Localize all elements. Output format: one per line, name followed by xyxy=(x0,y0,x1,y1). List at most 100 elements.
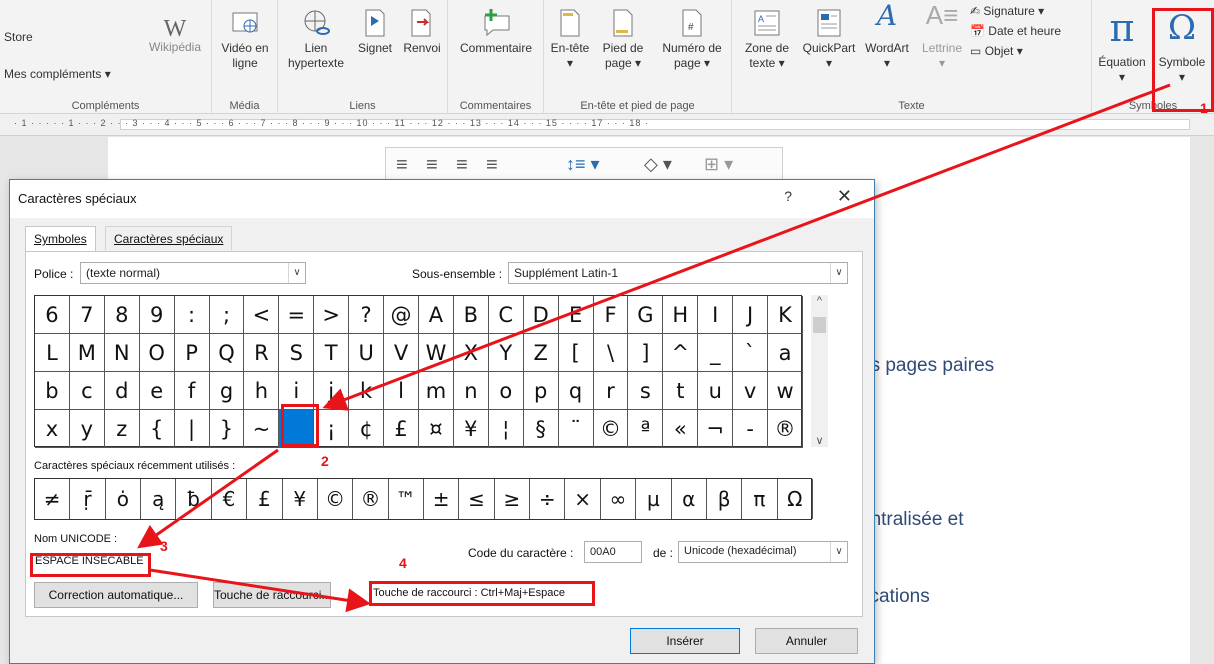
symbol-cell[interactable]: c xyxy=(69,372,105,410)
symbol-cell[interactable]: v xyxy=(733,372,769,410)
symbol-cell[interactable]: a xyxy=(768,334,803,372)
date-time-button[interactable]: 📅 Date et heure xyxy=(970,24,1061,38)
align-center-icon[interactable]: ≡ xyxy=(426,154,438,177)
symbol-cell[interactable]: H xyxy=(663,296,699,334)
symbol-cell[interactable]: S xyxy=(279,334,315,372)
symbol-cell[interactable]: R xyxy=(244,334,280,372)
horizontal-ruler[interactable]: · 1 · · · · · 1 · · · 2 · · · 3 · · · 4 … xyxy=(0,114,1214,136)
symbol-cell[interactable]: A xyxy=(419,296,454,334)
symbol-cell[interactable]: U xyxy=(349,334,385,372)
symbol-cell[interactable]: Q xyxy=(209,334,245,372)
symbol-cell[interactable]: [ xyxy=(558,334,594,372)
symbol-cell[interactable]: u xyxy=(698,372,734,410)
cancel-button[interactable]: Annuler xyxy=(755,628,858,654)
scroll-down-icon[interactable]: ∨ xyxy=(811,434,828,447)
symbol-cell[interactable]: ¬ xyxy=(698,410,734,448)
symbol-cell[interactable]: @ xyxy=(384,296,419,334)
comment-button[interactable]: Commentaire xyxy=(452,8,540,56)
symbol-cell[interactable]: { xyxy=(139,410,175,448)
symbol-cell[interactable]: B xyxy=(453,296,489,334)
symbol-cell[interactable]: l xyxy=(384,372,419,410)
symbol-cell[interactable]: = xyxy=(279,296,315,334)
online-video-button[interactable]: Vidéo en ligne xyxy=(216,8,274,71)
symbol-cell[interactable]: W xyxy=(419,334,454,372)
close-icon[interactable]: ✕ xyxy=(837,186,852,207)
symbol-cell[interactable]: t xyxy=(663,372,699,410)
scroll-up-icon[interactable]: ^ xyxy=(811,295,828,307)
symbol-cell[interactable]: } xyxy=(209,410,245,448)
symbol-cell[interactable]: r xyxy=(593,372,629,410)
symbol-cell[interactable]: m xyxy=(419,372,454,410)
symbol-cell[interactable]: | xyxy=(174,410,210,448)
symbol-cell[interactable]: ¢ xyxy=(349,410,385,448)
symbol-cell[interactable]: \ xyxy=(593,334,629,372)
help-button[interactable]: ? xyxy=(784,188,792,204)
equation-button[interactable]: π Équation ▾ xyxy=(1094,4,1150,85)
symbol-cell[interactable]: X xyxy=(453,334,489,372)
page-number-button[interactable]: # Numéro de page ▾ xyxy=(656,8,728,71)
symbol-cell[interactable]: D xyxy=(523,296,559,334)
quickpart-button[interactable]: QuickPart ▾ xyxy=(798,8,860,71)
symbol-cell[interactable]: O xyxy=(139,334,175,372)
align-right-icon[interactable]: ≡ xyxy=(456,154,468,177)
recent-symbol-cell[interactable]: £ xyxy=(247,479,283,519)
symbol-cell[interactable]: N xyxy=(104,334,140,372)
symbol-cell[interactable]: F xyxy=(593,296,629,334)
symbol-cell[interactable]: ; xyxy=(209,296,245,334)
symbol-cell[interactable]: K xyxy=(768,296,803,334)
recent-symbol-cell[interactable]: α xyxy=(672,479,707,519)
textbox-button[interactable]: A Zone de texte ▾ xyxy=(736,8,798,71)
symbol-cell[interactable]: G xyxy=(628,296,664,334)
shading-icon[interactable]: ◇ ▾ xyxy=(644,154,672,175)
symbol-cell[interactable]: § xyxy=(523,410,559,448)
symbol-cell[interactable]: d xyxy=(104,372,140,410)
symbol-cell[interactable]: 7 xyxy=(69,296,105,334)
symbol-cell[interactable]: ¥ xyxy=(453,410,489,448)
recent-symbol-cell[interactable]: ≥ xyxy=(495,479,531,519)
symbol-cell[interactable]: V xyxy=(384,334,419,372)
justify-icon[interactable]: ≡ xyxy=(486,154,498,177)
recent-symbol-cell[interactable]: ± xyxy=(424,479,460,519)
my-addins-button[interactable]: Mes compléments ▾ xyxy=(4,67,111,81)
symbol-cell[interactable]: ¡ xyxy=(314,410,350,448)
recent-symbol-cell[interactable]: ≤ xyxy=(459,479,495,519)
line-spacing-icon[interactable]: ↕≡ ▾ xyxy=(566,154,600,175)
symbol-cell[interactable]: h xyxy=(244,372,280,410)
recent-symbol-cell[interactable]: © xyxy=(318,479,354,519)
scroll-thumb[interactable] xyxy=(813,317,826,333)
symbol-cell[interactable]: n xyxy=(453,372,489,410)
symbol-cell[interactable]: £ xyxy=(384,410,419,448)
symbol-cell[interactable]: w xyxy=(768,372,803,410)
align-left-icon[interactable]: ≡ xyxy=(396,154,408,177)
symbol-cell[interactable]: E xyxy=(558,296,594,334)
symbol-cell[interactable]: - xyxy=(733,410,769,448)
recent-symbol-cell[interactable]: ƀ xyxy=(176,479,212,519)
recent-symbol-cell[interactable]: ¥ xyxy=(283,479,318,519)
recent-symbol-cell[interactable]: ≠ xyxy=(35,479,71,519)
insert-button[interactable]: Insérer xyxy=(630,628,740,654)
symbol-cell[interactable]: 9 xyxy=(139,296,175,334)
subset-select[interactable]: Supplément Latin-1 ∨ xyxy=(508,262,848,284)
object-button[interactable]: ▭ Objet ▾ xyxy=(970,44,1023,58)
dropcap-button[interactable]: A≡ Lettrine ▾ xyxy=(916,2,968,71)
symbol-cell[interactable]: x xyxy=(35,410,70,448)
symbol-cell[interactable]: _ xyxy=(698,334,734,372)
symbol-cell[interactable]: f xyxy=(174,372,210,410)
symbol-cell[interactable]: 6 xyxy=(35,296,70,334)
hyperlink-button[interactable]: Lien hypertexte xyxy=(280,8,352,71)
symbol-cell[interactable]: ¤ xyxy=(419,410,454,448)
recent-symbol-cell[interactable]: ṝ xyxy=(70,479,106,519)
recent-symbol-cell[interactable]: × xyxy=(565,479,601,519)
symbol-cell[interactable]: ¨ xyxy=(558,410,594,448)
symbol-cell[interactable]: ` xyxy=(733,334,769,372)
symbol-cell[interactable]: ® xyxy=(768,410,803,448)
symbol-cell[interactable]: j xyxy=(314,372,350,410)
symbol-cell[interactable]: L xyxy=(35,334,70,372)
symbol-cell[interactable]: q xyxy=(558,372,594,410)
symbol-cell[interactable]: z xyxy=(104,410,140,448)
symbol-cell[interactable]: Z xyxy=(523,334,559,372)
recent-symbol-cell[interactable]: π xyxy=(742,479,778,519)
signature-button[interactable]: ✍ Signature ▾ xyxy=(970,4,1044,18)
symbol-cell[interactable]: 8 xyxy=(104,296,140,334)
symbol-cell[interactable]: ~ xyxy=(244,410,280,448)
